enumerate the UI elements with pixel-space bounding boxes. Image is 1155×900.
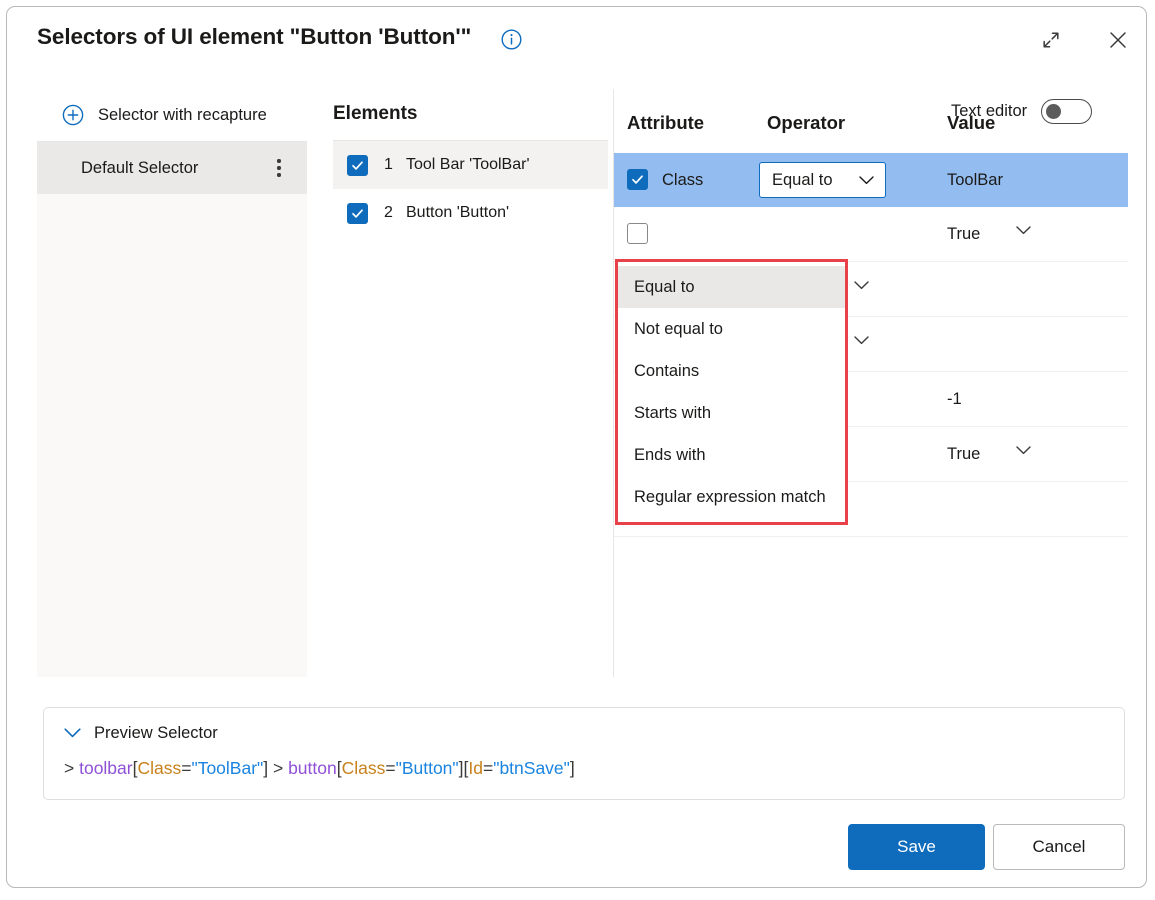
close-button[interactable] [1101,23,1135,57]
element-index-1: 1 [384,156,398,174]
operator-dropdown-menu: Equal to Not equal to Contains Starts wi… [615,259,848,525]
preview-selector-label: Preview Selector [94,724,218,743]
value-chevron-down-icon[interactable] [1016,446,1031,455]
operator-value: Equal to [772,171,859,190]
dropdown-option-equal-to[interactable]: Equal to [618,266,845,308]
token: = [483,758,493,778]
attribute-value: True [947,445,980,464]
token: Class [342,758,386,778]
column-header-operator: Operator [767,112,845,134]
dropdown-option-contains[interactable]: Contains [618,350,845,392]
attribute-value: -1 [947,390,962,409]
dialog-window: Selectors of UI element "Button 'Button'… [6,6,1147,888]
token: = [385,758,395,778]
token: "Button" [396,758,459,778]
element-label-1: Tool Bar 'ToolBar' [406,156,530,174]
table-row[interactable]: Class Equal to ToolBar [614,153,1128,207]
token: "ToolBar" [191,758,263,778]
token: "btnSave" [493,758,570,778]
expand-button[interactable] [1034,23,1068,57]
attribute-value: True [947,225,980,244]
selector-list: Default Selector [37,142,307,677]
dropdown-option-starts-with[interactable]: Starts with [618,392,845,434]
dropdown-option-regular-expression-match[interactable]: Regular expression match [618,476,845,518]
kebab-menu-icon[interactable] [269,156,289,180]
selector-with-recapture-label: Selector with recapture [98,106,267,125]
preview-selector-panel: Preview Selector > toolbar[Class="ToolBa… [43,707,1125,800]
element-row-1[interactable]: 1 Tool Bar 'ToolBar' [333,141,608,189]
token: Id [468,758,483,778]
chevron-down-icon [64,725,81,743]
attributes-table-header: Attribute Operator Value [614,89,1128,153]
page-title: Selectors of UI element "Button 'Button'… [37,24,471,50]
token: button [288,758,337,778]
column-header-value: Value [947,112,995,134]
element-index-2: 2 [384,204,398,222]
plus-circle-icon [62,104,84,126]
operator-chevron-down-icon[interactable] [854,336,869,345]
token: > [64,758,79,778]
operator-combobox[interactable]: Equal to [759,162,886,198]
sidebar-item-default-selector[interactable]: Default Selector [37,142,307,194]
dropdown-option-ends-with[interactable]: Ends with [618,434,845,476]
info-circle-icon[interactable] [501,29,522,50]
element-row-2[interactable]: 2 Button 'Button' [333,189,608,237]
attribute-name: Class [662,171,703,190]
preview-selector-toggle[interactable]: Preview Selector [44,708,1124,743]
element-checkbox-2[interactable] [347,203,368,224]
preview-selector-expression: > toolbar[Class="ToolBar"] > button[Clas… [44,743,1124,779]
column-header-attribute: Attribute [627,112,704,134]
selectors-sidebar: Selector with recapture Default Selector [37,89,307,677]
attribute-value: ToolBar [947,171,1003,190]
token: > [268,758,288,778]
elements-header: Elements [333,89,608,125]
attribute-checkbox[interactable] [627,223,648,244]
elements-panel: Elements 1 Tool Bar 'ToolBar' 2 Button '… [333,89,608,677]
token: ] [570,758,575,778]
chevron-down-icon [859,176,874,185]
title-bar: Selectors of UI element "Button 'Button'… [7,7,1146,75]
element-label-2: Button 'Button' [406,204,509,222]
operator-chevron-down-icon[interactable] [854,281,869,290]
save-button[interactable]: Save [848,824,985,870]
value-chevron-down-icon[interactable] [1016,226,1031,235]
dropdown-option-not-equal-to[interactable]: Not equal to [618,308,845,350]
attribute-checkbox-class[interactable] [627,169,648,190]
token: = [181,758,191,778]
token: toolbar [79,758,133,778]
token: Class [137,758,181,778]
table-row[interactable]: True [614,207,1128,262]
selector-with-recapture-button[interactable]: Selector with recapture [37,89,307,142]
selector-item-label: Default Selector [81,159,269,178]
cancel-button[interactable]: Cancel [993,824,1125,870]
element-checkbox-1[interactable] [347,155,368,176]
